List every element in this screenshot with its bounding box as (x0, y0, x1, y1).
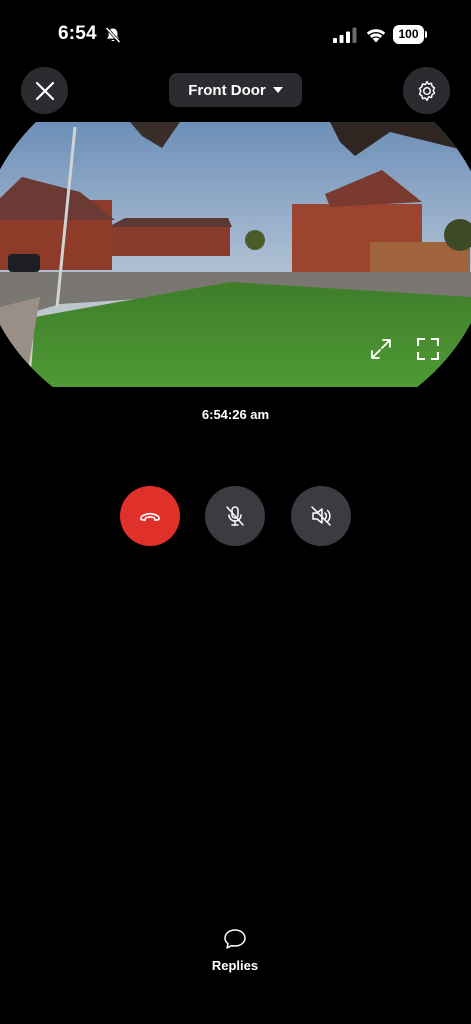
chat-bubble-icon (224, 929, 246, 949)
battery-indicator: 100 (393, 25, 427, 44)
mute-speaker-button[interactable] (291, 486, 351, 546)
expand-icon (371, 339, 391, 359)
battery-cap (425, 31, 427, 38)
mute-microphone-button[interactable] (205, 486, 265, 546)
close-button[interactable] (21, 67, 68, 114)
replies-button[interactable]: Replies (205, 928, 265, 988)
cellular-signal-icon (333, 27, 357, 43)
status-bar: 6:54 100 (0, 0, 471, 70)
hang-up-icon (140, 512, 160, 522)
expand-button[interactable] (367, 335, 395, 363)
fullscreen-button[interactable] (414, 335, 442, 363)
replies-label: Replies (211, 958, 259, 973)
speaker-off-icon (311, 506, 331, 526)
close-icon (35, 81, 54, 100)
live-camera-view[interactable] (0, 122, 471, 387)
status-time: 6:54 (58, 23, 97, 44)
bell-off-icon (105, 26, 121, 44)
device-selector[interactable]: Front Door (169, 73, 302, 107)
camera-feed-image (0, 122, 471, 387)
live-timestamp: 6:54:26 am (201, 407, 270, 422)
settings-button[interactable] (403, 67, 450, 114)
battery-level: 100 (393, 25, 424, 44)
fullscreen-icon (417, 338, 439, 360)
microphone-off-icon (226, 506, 244, 526)
device-name: Front Door (188, 81, 266, 99)
gear-icon (418, 80, 435, 101)
wifi-icon (366, 29, 386, 43)
caret-down-icon (272, 87, 283, 93)
end-call-button[interactable] (120, 486, 180, 546)
